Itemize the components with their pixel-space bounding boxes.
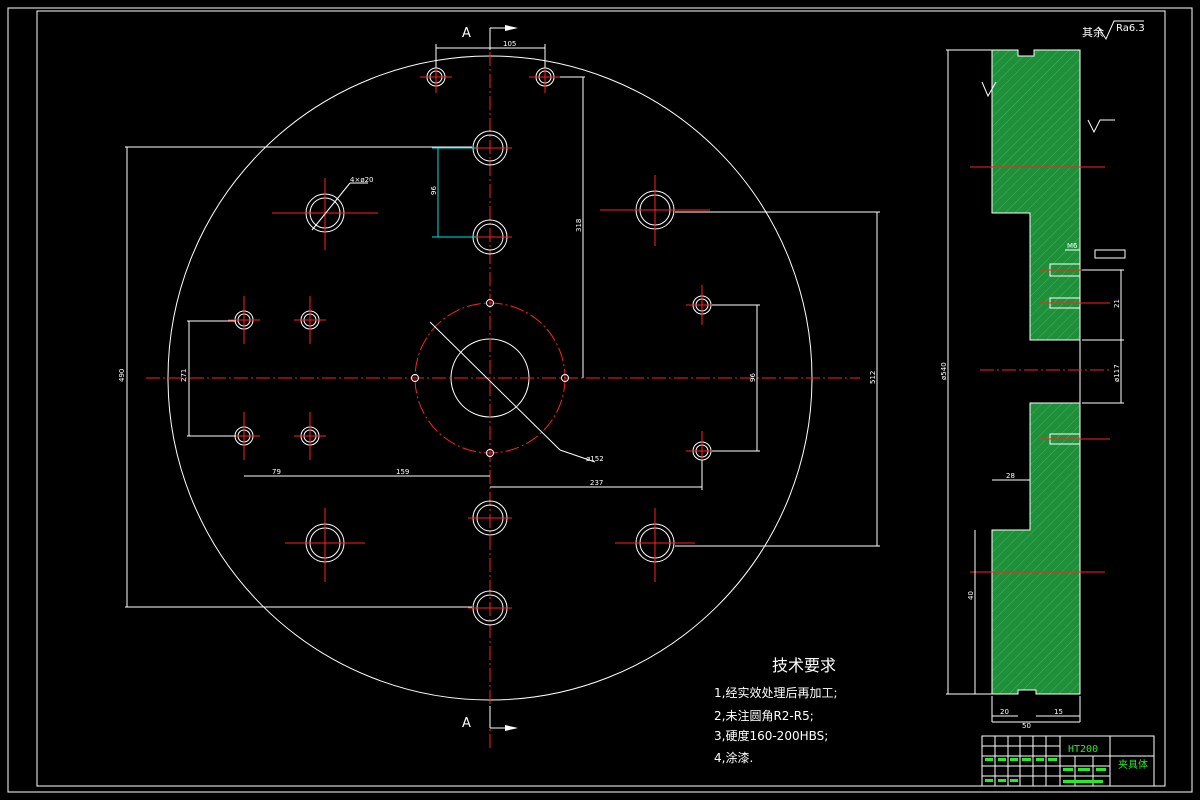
dim-bottom-left: 79 bbox=[272, 468, 281, 476]
section-label-top: A bbox=[462, 26, 471, 41]
tech-req-item: 2,未注圆角R2-R5; bbox=[714, 708, 814, 723]
hole-group-medium bbox=[228, 61, 718, 471]
tech-req-item: 4,涂漆. bbox=[714, 750, 753, 765]
dim-side-bottom-right: 15 bbox=[1054, 708, 1063, 716]
dim-side-right: 21 bbox=[1113, 299, 1121, 308]
section-label-bottom: A bbox=[462, 716, 471, 731]
dim-side-shoulder: 28 bbox=[1006, 472, 1015, 480]
dim-side-bottom-left: 20 bbox=[1000, 708, 1009, 716]
dim-inner-left: 271 bbox=[180, 369, 188, 382]
side-view: ø540 ø117 21 M6 28 40 20 50 15 bbox=[940, 49, 1126, 730]
section-body bbox=[991, 49, 1081, 695]
dim-side-bottom-total: 50 bbox=[1022, 722, 1031, 730]
tech-req-title: 技术要求 bbox=[772, 656, 836, 675]
technical-requirements: 技术要求 1,经实效处理后再加工; 2,未注圆角R2-R5; 3,硬度160-2… bbox=[714, 656, 838, 765]
dim-vertical-96: 96 bbox=[430, 186, 438, 195]
hole-group-large bbox=[272, 130, 710, 626]
dim-outer-left: 490 bbox=[118, 369, 126, 382]
dim-bottom-right: 237 bbox=[590, 479, 603, 487]
dim-side-bore: ø117 bbox=[1113, 364, 1121, 382]
roughness-value: Ra6.3 bbox=[1116, 23, 1145, 34]
dim-right-vertical: 318 bbox=[575, 219, 583, 232]
dim-bottom-mid: 159 bbox=[396, 468, 409, 476]
roughness-note: 其余 Ra6.3 bbox=[1082, 20, 1145, 41]
dim-top-span: 105 bbox=[503, 40, 516, 48]
roughness-prefix: 其余 bbox=[1082, 25, 1104, 39]
dim-center-dia: ø152 bbox=[586, 455, 604, 463]
tech-req-item: 1,经实效处理后再加工; bbox=[714, 685, 838, 700]
tech-req-item: 3,硬度160-200HBS; bbox=[714, 728, 828, 743]
dim-side-lower: 40 bbox=[967, 591, 975, 600]
dim-side-height: ø540 bbox=[940, 362, 948, 380]
section-arrow-top bbox=[505, 25, 518, 31]
title-block: HT200 夹具体 bbox=[981, 735, 1155, 787]
front-dimensions: 105 318 96 490 271 96 512 79 159 237 ø15… bbox=[118, 40, 880, 608]
dim-right-outer: 512 bbox=[869, 371, 877, 384]
front-view: A A 105 318 96 490 271 96 512 79 159 237… bbox=[118, 25, 880, 748]
cad-drawing: A A 105 318 96 490 271 96 512 79 159 237… bbox=[7, 7, 1193, 793]
dim-hole-dia: 4×ø20 bbox=[350, 176, 374, 184]
dim-right-inner: 96 bbox=[749, 373, 757, 382]
dim-side-top-small: M6 bbox=[1067, 242, 1078, 250]
title-part-name: 夹具体 bbox=[1118, 758, 1148, 771]
title-material: HT200 bbox=[1068, 744, 1098, 755]
section-arrow-bottom bbox=[505, 725, 518, 731]
